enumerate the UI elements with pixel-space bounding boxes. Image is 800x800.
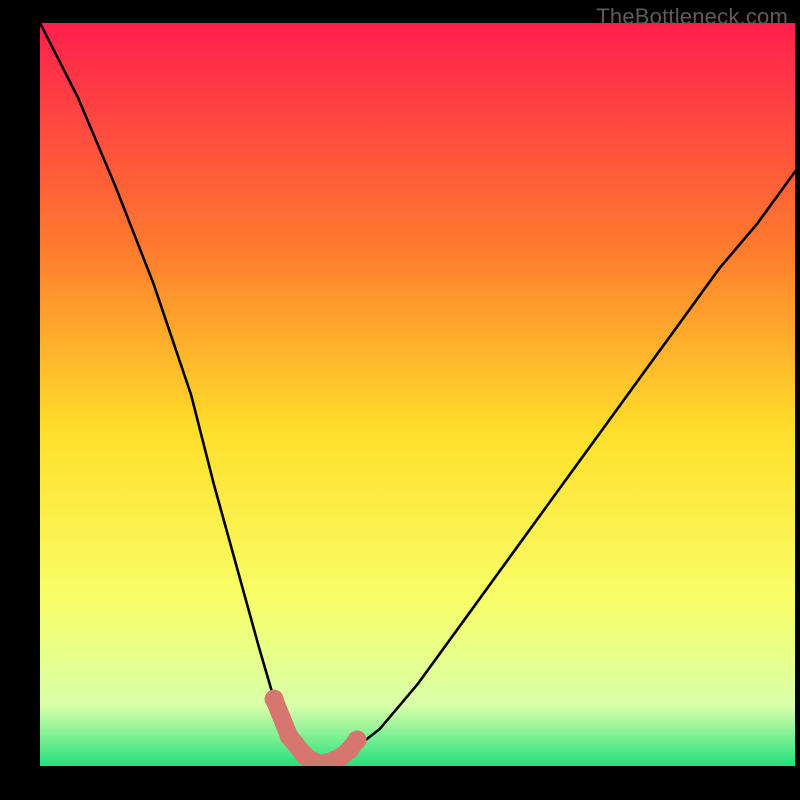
chart-stage [40,23,795,766]
watermark-text: TheBottleneck.com [596,4,788,30]
marker-dot [348,731,367,750]
marker-dot [265,690,284,709]
gradient-background [40,23,795,766]
chart-svg [40,23,795,766]
outer-frame: TheBottleneck.com [0,0,800,800]
marker-dot [280,727,299,746]
